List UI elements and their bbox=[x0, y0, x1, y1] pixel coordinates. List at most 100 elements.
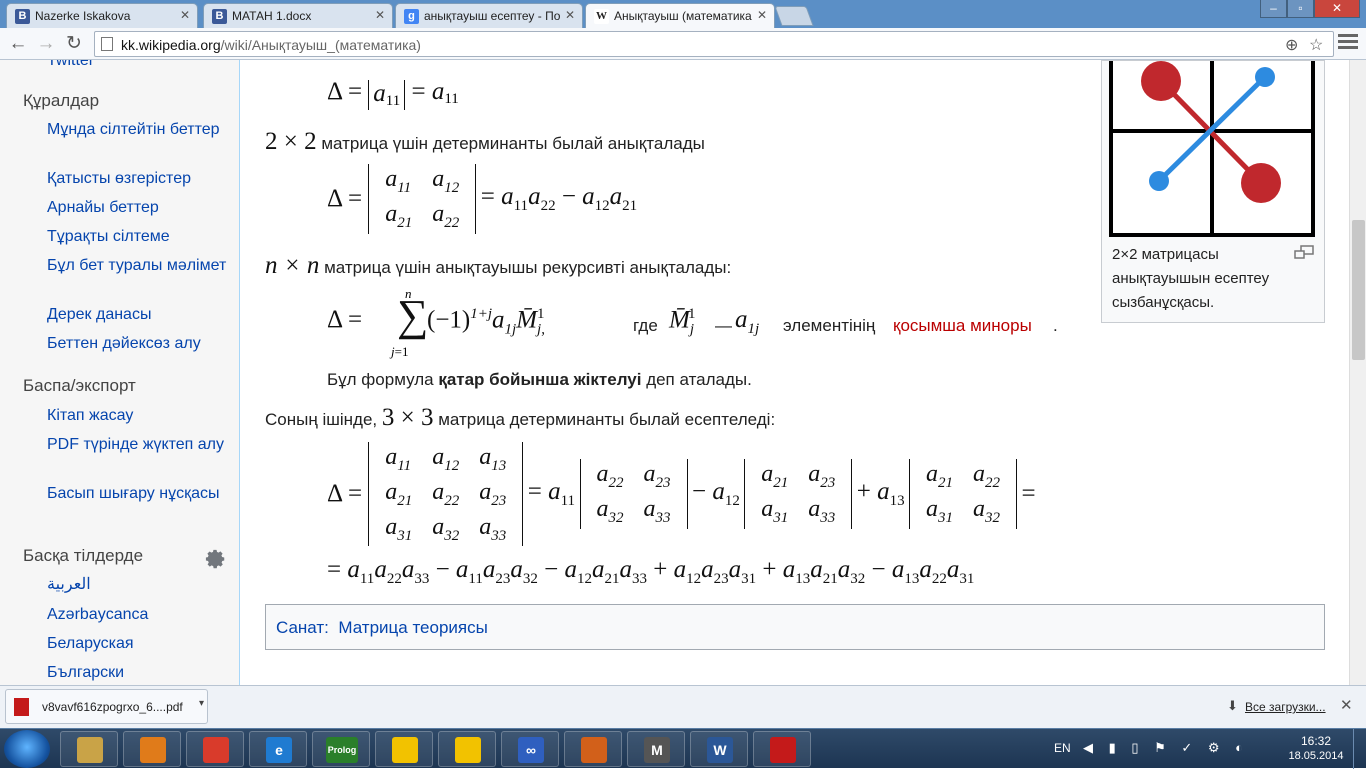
formula-1x1: Δ = a11 = a11 bbox=[327, 78, 459, 110]
matrix-2x2: a11 a12 a21 a22 bbox=[368, 164, 477, 234]
matlab-icon bbox=[581, 737, 607, 763]
close-window-button[interactable]: ✕ bbox=[1314, 0, 1360, 18]
math-size-2x2: 2 × 2 bbox=[265, 128, 317, 155]
enlarge-icon[interactable] bbox=[1294, 245, 1314, 259]
sidebar-item-lang-belarusian[interactable]: Беларуская bbox=[47, 634, 232, 654]
sidebar-item-printable-version[interactable]: Басып шығару нұсқасы bbox=[47, 484, 232, 504]
tab-label: анықтауыш есептеу - По bbox=[424, 9, 561, 23]
sidebar-item-wikidata[interactable]: Дерек данасы bbox=[47, 305, 232, 325]
formula-3x3-expansion: Δ = a11 a12 a13 a21 a22 a23 a31 a32 a33 = a11 … bbox=[327, 442, 1036, 547]
reload-icon[interactable]: ↻ bbox=[62, 32, 86, 56]
paragraph-nxn: n × n матрица үшін анықтауышы рекурсивті… bbox=[265, 252, 732, 279]
close-icon[interactable]: ✕ bbox=[180, 8, 190, 22]
sidebar-item-lang-arabic[interactable]: العربية bbox=[47, 575, 232, 595]
taskbar-app[interactable] bbox=[123, 731, 181, 767]
clock-date[interactable]: 18.05.2014 bbox=[1282, 750, 1350, 762]
term-row-expansion: қатар бойынша жіктелуі bbox=[438, 370, 642, 389]
category-link-matrix-theory[interactable]: Матрица теориясы bbox=[338, 618, 487, 637]
word-icon: W bbox=[707, 737, 733, 763]
forward-arrow-icon[interactable]: → bbox=[34, 32, 58, 56]
close-icon[interactable]: ✕ bbox=[565, 8, 575, 22]
media-player-icon bbox=[140, 737, 166, 763]
close-icon[interactable]: ✕ bbox=[1340, 696, 1353, 714]
show-desktop-button[interactable] bbox=[1353, 729, 1366, 769]
tab-wikipedia[interactable]: W Анықтауыш (математика ✕ bbox=[585, 3, 775, 28]
maximize-button[interactable]: ▫ bbox=[1287, 0, 1314, 18]
minimize-button[interactable]: – bbox=[1260, 0, 1287, 18]
bookmark-star-icon[interactable]: ☆ bbox=[1309, 35, 1323, 55]
system-tray-icons[interactable]: ◀ ▮ ▯ ⚑ ✓ ⚙ ◐ bbox=[1083, 740, 1249, 756]
article-content: Δ = a11 = a11 2 × 2 матрица үшін детерми… bbox=[241, 60, 1349, 685]
paragraph-3x3: Соның ішінде, 3 × 3 матрица детерминанты… bbox=[265, 404, 776, 431]
sidebar-item-permanent-link[interactable]: Тұрақты сілтеме bbox=[47, 227, 232, 247]
sidebar-item-lang-bulgarian[interactable]: Български bbox=[47, 663, 232, 683]
download-icon: ⬇ bbox=[1227, 698, 1238, 713]
formula-2x2: Δ = a11 a12 a21 a22 = a11a22 − a12a21 bbox=[327, 164, 637, 234]
tab-nazerke[interactable]: B Nazerke Iskakova ✕ bbox=[6, 3, 198, 28]
sidebar-item-whatlinkshere[interactable]: Мұнда сілтейтін беттер bbox=[47, 120, 232, 140]
link-complementary-minor[interactable]: қосымша миноры bbox=[893, 316, 1032, 336]
math-size-3x3: 3 × 3 bbox=[381, 404, 434, 431]
tab-matan-docx[interactable]: B МАТАН 1.docx ✕ bbox=[203, 3, 393, 28]
browser-toolbar: ← → ↻ kk.wikipedia.org/wiki/Анықтауыш_(м… bbox=[0, 28, 1366, 60]
url-text[interactable]: kk.wikipedia.org/wiki/Анықтауыш_(математ… bbox=[121, 37, 421, 53]
sidebar-item-page-info[interactable]: Бұл бет туралы мәлімет bbox=[47, 256, 232, 276]
taskbar-app[interactable] bbox=[564, 731, 622, 767]
taskbar-app[interactable]: M bbox=[627, 731, 685, 767]
chevron-down-icon[interactable]: ▾ bbox=[199, 698, 204, 709]
gear-icon[interactable] bbox=[205, 548, 227, 570]
taskbar-app[interactable] bbox=[753, 731, 811, 767]
google-icon: g bbox=[404, 9, 419, 24]
address-bar[interactable]: kk.wikipedia.org/wiki/Анықтауыш_(математ… bbox=[94, 31, 1334, 57]
show-all-downloads-link[interactable]: Все загрузки... bbox=[1245, 700, 1326, 714]
app-icon: ∞ bbox=[518, 737, 544, 763]
sidebar-item-create-book[interactable]: Кітап жасау bbox=[47, 406, 232, 426]
taskbar-app[interactable]: Prolog bbox=[312, 731, 370, 767]
sidebar-item-twitter[interactable]: Twitter bbox=[47, 60, 232, 71]
sidebar-item-related-changes[interactable]: Қатысты өзгерістер bbox=[47, 169, 232, 189]
taskbar-app[interactable] bbox=[186, 731, 244, 767]
close-icon[interactable]: ✕ bbox=[757, 8, 767, 22]
minor-13: a21 a22 a31 a32 bbox=[909, 459, 1018, 529]
sidebar-item-special-pages[interactable]: Арнайы беттер bbox=[47, 198, 232, 218]
sidebar-item-download-pdf[interactable]: PDF түрінде жүктеп алу bbox=[47, 435, 232, 455]
app-icon bbox=[455, 737, 481, 763]
sidebar-item-lang-azerbaijani[interactable]: Azərbaycanca bbox=[47, 605, 232, 625]
scrollbar-thumb[interactable] bbox=[1352, 220, 1365, 360]
taskbar-app[interactable]: e bbox=[249, 731, 307, 767]
taskbar-app[interactable] bbox=[438, 731, 496, 767]
target-icon[interactable]: ⊕ bbox=[1285, 35, 1298, 55]
chrome-icon bbox=[203, 737, 229, 763]
pdf-file-icon bbox=[14, 698, 29, 716]
formula-3x3-result: = a11a22a33 − a11a23a32 − a12a21a33 + a1… bbox=[327, 556, 975, 587]
new-tab-button[interactable] bbox=[774, 6, 814, 26]
sidebar-heading-languages: Басқа тілдерде bbox=[23, 546, 144, 565]
close-icon[interactable]: ✕ bbox=[375, 8, 385, 22]
internet-explorer-icon: e bbox=[266, 737, 292, 763]
minor-11: a22 a23 a32 a33 bbox=[579, 459, 688, 529]
download-item[interactable]: v8vavf616zpogrxo_6....pdf ▾ bbox=[5, 689, 208, 724]
vertical-scrollbar[interactable] bbox=[1349, 60, 1366, 685]
start-button[interactable] bbox=[4, 730, 50, 768]
page-icon bbox=[101, 37, 113, 51]
category-label-link[interactable]: Санат: bbox=[276, 618, 329, 637]
sidebar-heading-print-export: Баспа/экспорт bbox=[23, 376, 136, 395]
infobox-caption: 2×2 матрицасы анықтауышын есептеу сызбан… bbox=[1112, 246, 1270, 311]
taskbar-app[interactable] bbox=[60, 731, 118, 767]
tab-google-search[interactable]: g анықтауыш есептеу - По ✕ bbox=[395, 3, 583, 28]
vk-icon: B bbox=[212, 9, 227, 24]
language-indicator[interactable]: EN bbox=[1054, 741, 1071, 755]
taskbar-app[interactable]: ∞ bbox=[501, 731, 559, 767]
infobox-thumbnail: 2×2 матрицасы анықтауышын есептеу сызбан… bbox=[1101, 60, 1325, 323]
determinant-diagram[interactable] bbox=[1109, 61, 1315, 237]
back-arrow-icon[interactable]: ← bbox=[6, 32, 30, 56]
taskbar-app[interactable]: W bbox=[690, 731, 748, 767]
taskbar-app[interactable] bbox=[375, 731, 433, 767]
math-size-nxn: n × n bbox=[265, 252, 320, 279]
menu-icon[interactable] bbox=[1338, 34, 1358, 54]
category-box: Санат: Матрица теориясы bbox=[265, 604, 1325, 650]
clock-time[interactable]: 16:32 bbox=[1290, 734, 1342, 748]
download-bar: v8vavf616zpogrxo_6....pdf ▾ ⬇ Все загруз… bbox=[0, 685, 1366, 728]
sidebar-item-cite-page[interactable]: Беттен дәйексөз алу bbox=[47, 334, 232, 354]
tab-label: МАТАН 1.docx bbox=[232, 9, 312, 23]
